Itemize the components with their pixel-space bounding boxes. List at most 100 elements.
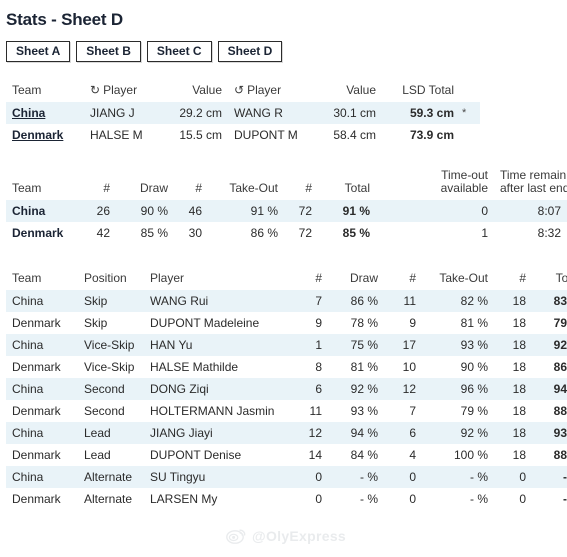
player-cell-total: 94 % bbox=[553, 382, 567, 396]
watermark: @OlyExpress bbox=[225, 527, 346, 545]
team-cell-total: 85 % bbox=[342, 226, 370, 240]
player-cell-draw-count: 11 bbox=[309, 404, 322, 418]
player-cell-takeout: 81 % bbox=[460, 316, 488, 330]
tab-sheet-a[interactable]: Sheet A bbox=[6, 41, 71, 62]
lsd-cell-total: 73.9 cm bbox=[409, 128, 454, 142]
team-cell-spacer bbox=[376, 200, 432, 222]
team-cell-takeout-count: 46 bbox=[188, 204, 202, 218]
player-cell-position: Alternate bbox=[84, 492, 133, 506]
player-cell-draw-count: 9 bbox=[315, 316, 322, 330]
team-header-draw-count: # bbox=[103, 181, 110, 195]
lsd-header-player-2-label: Player bbox=[247, 83, 282, 97]
player-cell-draw-count: 8 bbox=[315, 360, 322, 374]
player-cell-position: Second bbox=[84, 404, 125, 418]
player-cell-total: 88 % bbox=[553, 448, 567, 462]
player-header-player: Player bbox=[150, 271, 185, 285]
lsd-header-row: Team ↻ Player Value ↺ Player Value LSD Tot… bbox=[6, 80, 480, 102]
team-header-spacer bbox=[376, 166, 432, 200]
table-row: Denmark 42 85 % 30 86 % 72 85 % 1 8:32 bbox=[6, 222, 567, 244]
player-cell-draw-count: 12 bbox=[308, 426, 322, 440]
rotate-clockwise-icon: ↻ bbox=[90, 83, 101, 97]
player-cell-position: Second bbox=[84, 382, 125, 396]
team-cell-time-remaining: 8:32 bbox=[537, 226, 561, 240]
team-header-total: Total bbox=[344, 181, 370, 195]
table-row: Denmark HALSE M 15.5 cm DUPONT M 58.4 cm… bbox=[6, 124, 480, 146]
player-cell-takeout: - % bbox=[470, 492, 488, 506]
player-cell-player: HALSE Mathilde bbox=[150, 360, 239, 374]
tab-sheet-c[interactable]: Sheet C bbox=[146, 41, 212, 62]
player-cell-team: China bbox=[12, 338, 44, 352]
table-row: China 26 90 % 46 91 % 72 91 % 0 8:07 bbox=[6, 200, 567, 222]
table-row: China JIANG J 29.2 cm WANG R 30.1 cm 59.… bbox=[6, 102, 480, 124]
player-cell-draw: 94 % bbox=[350, 426, 378, 440]
player-cell-total: - % bbox=[563, 470, 567, 484]
player-cell-takeout: 90 % bbox=[460, 360, 488, 374]
player-header-team: Team bbox=[12, 271, 42, 285]
lsd-cell-total: 59.3 cm bbox=[409, 106, 454, 120]
player-cell-takeout: 79 % bbox=[460, 404, 488, 418]
player-cell-player: HAN Yu bbox=[150, 338, 193, 352]
team-cell-total: 91 % bbox=[342, 204, 370, 218]
table-row: Denmark Alternate LARSEN My 0 - % 0 - % 0 - % bbox=[6, 488, 567, 510]
player-cell-takeout-count: 7 bbox=[409, 404, 416, 418]
player-cell-team: China bbox=[12, 382, 44, 396]
player-cell-position: Lead bbox=[84, 426, 111, 440]
player-cell-player: WANG Rui bbox=[150, 294, 209, 308]
player-cell-player: LARSEN My bbox=[150, 492, 218, 506]
lsd-header-value-2: Value bbox=[346, 83, 376, 97]
lsd-cell-value-2: 58.4 cm bbox=[333, 128, 376, 142]
lsd-table: Team ↻ Player Value ↺ Player Value LSD Tot… bbox=[6, 80, 480, 146]
sheet-tabbar: Sheet A Sheet B Sheet C Sheet D bbox=[6, 41, 567, 62]
player-header-row: Team Position Player # Draw # Take-Out #… bbox=[6, 268, 567, 290]
player-cell-team: Denmark bbox=[12, 448, 61, 462]
team-cell-total-count: 72 bbox=[298, 204, 312, 218]
player-cell-total-count: 18 bbox=[512, 316, 526, 330]
player-cell-position: Skip bbox=[84, 316, 108, 330]
player-header-takeout-count: # bbox=[409, 271, 416, 285]
lsd-header-lsd-total: LSD Total bbox=[402, 83, 454, 97]
table-row: China Lead JIANG Jiayi 12 94 % 6 92 % 18 93 % bbox=[6, 422, 567, 444]
lsd-cell-value-1: 29.2 cm bbox=[179, 106, 222, 120]
rotate-counterclockwise-icon: ↺ bbox=[234, 83, 245, 97]
team-header-time-remaining: Time remaining after last end bbox=[494, 166, 567, 200]
team-cell-timeouts: 0 bbox=[481, 204, 488, 218]
player-header-position: Position bbox=[84, 271, 127, 285]
table-row: Denmark Skip DUPONT Madeleine 9 78 % 9 81 % 18 7… bbox=[6, 312, 567, 334]
player-cell-takeout-count: 0 bbox=[409, 470, 416, 484]
lsd-cell-note: * bbox=[462, 107, 467, 119]
tab-sheet-d[interactable]: Sheet D bbox=[217, 41, 283, 62]
table-row: Denmark Lead DUPONT Denise 14 84 % 4 100 % 18 88… bbox=[6, 444, 567, 466]
player-cell-takeout-count: 10 bbox=[402, 360, 416, 374]
player-cell-position: Vice-Skip bbox=[84, 360, 135, 374]
team-cell-draw-count: 26 bbox=[96, 204, 110, 218]
player-cell-team: Denmark bbox=[12, 316, 61, 330]
team-link-china[interactable]: China bbox=[12, 106, 45, 120]
team-header-timeouts: Time-out available bbox=[432, 166, 494, 200]
player-cell-position: Vice-Skip bbox=[84, 338, 135, 352]
tab-sheet-b[interactable]: Sheet B bbox=[76, 41, 141, 62]
player-cell-total: 79 % bbox=[553, 316, 567, 330]
player-cell-takeout: - % bbox=[470, 470, 488, 484]
player-cell-takeout-count: 12 bbox=[402, 382, 416, 396]
player-cell-total: - % bbox=[563, 492, 567, 506]
player-cell-takeout: 92 % bbox=[460, 426, 488, 440]
player-cell-team: Denmark bbox=[12, 360, 61, 374]
player-cell-total-count: 18 bbox=[512, 360, 526, 374]
lsd-header-player-1-label: Player bbox=[103, 83, 138, 97]
player-cell-draw: 75 % bbox=[350, 338, 378, 352]
team-cell-total-count: 72 bbox=[298, 226, 312, 240]
player-cell-team: China bbox=[12, 426, 44, 440]
player-cell-total-count: 0 bbox=[519, 470, 526, 484]
player-cell-takeout: 93 % bbox=[460, 338, 488, 352]
team-cell-takeout: 86 % bbox=[250, 226, 278, 240]
team-cell-draw: 85 % bbox=[140, 226, 168, 240]
player-cell-draw: 92 % bbox=[350, 382, 378, 396]
player-cell-takeout: 96 % bbox=[460, 382, 488, 396]
team-link-denmark[interactable]: Denmark bbox=[12, 128, 63, 142]
player-cell-draw-count: 0 bbox=[315, 470, 322, 484]
team-summary-table: Team # Draw # Take-Out # Total Time-out … bbox=[6, 166, 567, 244]
player-cell-draw: - % bbox=[360, 492, 378, 506]
lsd-header-player-1: ↻ Player bbox=[84, 80, 166, 102]
player-cell-total: 88 % bbox=[553, 404, 567, 418]
player-cell-total-count: 18 bbox=[512, 426, 526, 440]
